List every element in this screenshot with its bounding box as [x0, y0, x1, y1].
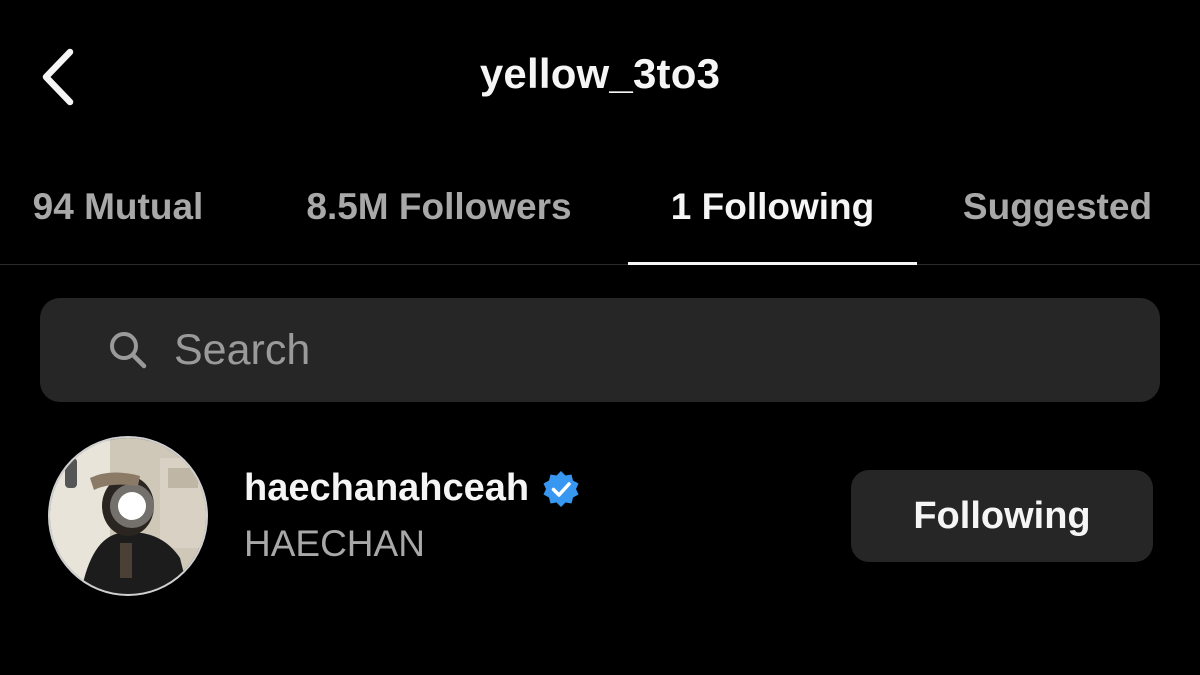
- tab-bar: 94 Mutual 8.5M Followers 1 Following Sug…: [0, 150, 1200, 265]
- avatar[interactable]: [48, 436, 208, 596]
- header: yellow_3to3: [0, 0, 1200, 150]
- list-item[interactable]: haechanahceah HAECHAN Following: [0, 425, 1200, 615]
- username[interactable]: haechanahceah: [244, 467, 529, 510]
- full-name: HAECHAN: [244, 523, 425, 564]
- search-icon: [106, 328, 150, 372]
- active-tab-indicator: [628, 262, 917, 265]
- tab-mutual[interactable]: 94 Mutual: [0, 150, 236, 264]
- tab-suggested[interactable]: Suggested: [935, 150, 1180, 264]
- tab-followers[interactable]: 8.5M Followers: [256, 150, 622, 264]
- search-bar[interactable]: [40, 298, 1160, 402]
- search-input[interactable]: [174, 324, 1076, 376]
- verified-badge-icon: [541, 469, 581, 509]
- page-title: yellow_3to3: [479, 50, 721, 97]
- following-button[interactable]: Following: [851, 470, 1153, 562]
- following-screen: yellow_3to3 94 Mutual 8.5M Followers 1 F…: [0, 0, 1200, 675]
- username-line[interactable]: haechanahceah: [244, 467, 581, 510]
- tab-following[interactable]: 1 Following: [628, 150, 917, 264]
